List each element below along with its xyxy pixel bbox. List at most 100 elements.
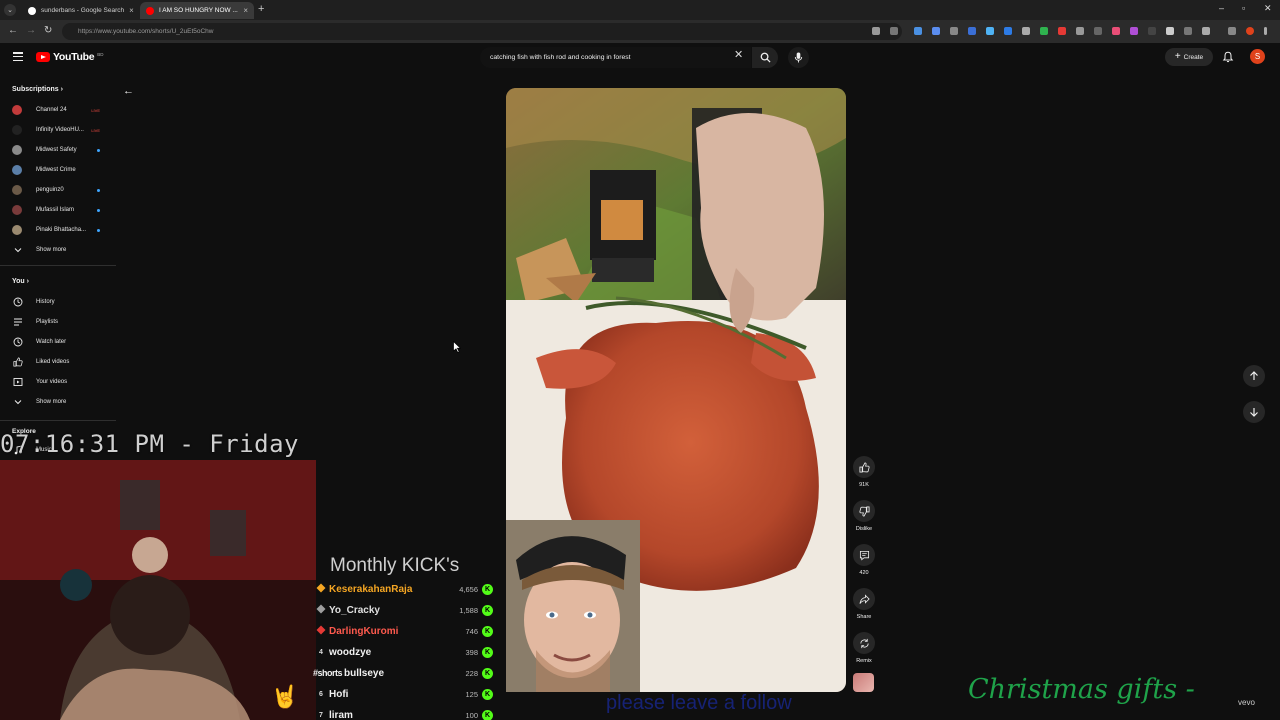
show-more-button[interactable]: Show more bbox=[12, 394, 112, 410]
dislike-action[interactable]: Dislike bbox=[852, 500, 876, 532]
channel-name: penguinz0 bbox=[36, 187, 64, 193]
extension-icon[interactable] bbox=[1184, 27, 1192, 35]
extension-icon[interactable] bbox=[914, 27, 922, 35]
remix-label: Remix bbox=[856, 658, 872, 664]
extension-icon[interactable] bbox=[1112, 27, 1120, 35]
sidebar-divider bbox=[0, 420, 116, 421]
like-count: 91K bbox=[859, 482, 869, 488]
sidebar-subscription-item[interactable]: Pinaki Bhattacha... bbox=[12, 222, 112, 238]
extension-icon[interactable] bbox=[1022, 27, 1030, 35]
channel-name: Channel 24 bbox=[36, 107, 67, 113]
reload-icon[interactable]: ↻ bbox=[44, 25, 52, 36]
search-button[interactable] bbox=[752, 47, 778, 68]
kick-logo-icon: K bbox=[482, 625, 493, 637]
share-icon[interactable] bbox=[853, 588, 875, 610]
extension-icon[interactable] bbox=[1094, 27, 1102, 35]
puzzle-extensions-icon[interactable] bbox=[1202, 27, 1210, 35]
browser-tab-active[interactable]: I AM SO HUNGRY NOW ... × bbox=[140, 2, 254, 19]
bookmark-star-icon[interactable] bbox=[890, 27, 898, 35]
close-window-icon[interactable]: ✕ bbox=[1264, 3, 1272, 14]
new-content-dot-icon bbox=[97, 188, 100, 192]
live-indicator-icon: LIVE bbox=[91, 107, 100, 113]
new-content-dot-icon bbox=[97, 208, 100, 212]
sidebar-subscription-item[interactable]: penguinz0 bbox=[12, 182, 112, 198]
youtube-logo[interactable]: YouTube BD bbox=[36, 51, 104, 63]
hamburger-menu-icon[interactable] bbox=[13, 52, 23, 61]
tab-search-icon[interactable]: ⌄ bbox=[4, 4, 16, 16]
leaderboard-row: DarlingKuromi 746 K bbox=[313, 622, 493, 640]
extension-icon[interactable] bbox=[986, 27, 994, 35]
sidebar-toggle-icon[interactable] bbox=[1228, 27, 1236, 35]
collapse-guide-back-icon[interactable]: ← bbox=[123, 85, 134, 97]
create-button[interactable]: + Create bbox=[1165, 48, 1213, 66]
clear-search-icon[interactable]: ✕ bbox=[734, 50, 743, 61]
menu-kebab-icon[interactable] bbox=[1264, 27, 1267, 35]
extension-icon[interactable] bbox=[1058, 27, 1066, 35]
you-heading[interactable]: You › bbox=[12, 278, 29, 285]
liked-icon bbox=[12, 357, 24, 367]
sidebar-subscription-item[interactable]: Mufassil Islam bbox=[12, 202, 112, 218]
close-tab-icon[interactable]: × bbox=[243, 6, 248, 15]
youtube-play-logo-icon bbox=[36, 52, 50, 62]
remix-icon[interactable] bbox=[853, 632, 875, 654]
extension-icon[interactable] bbox=[932, 27, 940, 35]
extension-icon[interactable] bbox=[968, 27, 976, 35]
comments-action[interactable]: 420 bbox=[852, 544, 876, 576]
sidebar-item-history[interactable]: History bbox=[12, 294, 112, 310]
leaderboard-row: #shorts bullseye 228 K bbox=[313, 664, 493, 682]
forward-icon[interactable]: → bbox=[26, 25, 36, 36]
kick-logo-icon: K bbox=[482, 604, 493, 616]
close-tab-icon[interactable]: × bbox=[129, 6, 134, 15]
rank-badge-icon bbox=[313, 583, 329, 595]
extension-icon[interactable] bbox=[1148, 27, 1156, 35]
install-app-icon[interactable] bbox=[872, 27, 880, 35]
show-more-button[interactable]: Show more bbox=[12, 242, 112, 258]
sidebar-subscription-item[interactable]: Midwest Safety bbox=[12, 142, 112, 158]
profile-icon[interactable] bbox=[1246, 27, 1254, 35]
maximize-icon[interactable]: ▫ bbox=[1242, 3, 1245, 13]
extension-icon[interactable] bbox=[950, 27, 958, 35]
extension-icon[interactable] bbox=[1040, 27, 1048, 35]
chevron-right-icon: › bbox=[58, 86, 63, 93]
like-action[interactable]: 91K bbox=[852, 456, 876, 488]
sidebar-subscription-item[interactable]: Channel 24 LIVE bbox=[12, 102, 112, 118]
previous-short-button[interactable] bbox=[1243, 365, 1265, 387]
leaderboard-row: 7 liram 100 K bbox=[313, 706, 493, 720]
supporter-name: KeserakahanRaja bbox=[329, 583, 413, 595]
browser-tab[interactable]: sunderbans - Google Search × bbox=[22, 2, 138, 19]
sidebar-item-watch-later[interactable]: Watch later bbox=[12, 334, 112, 350]
notifications-bell-icon[interactable] bbox=[1222, 51, 1234, 63]
sidebar-subscription-item[interactable]: Infinity VideoHU... LIVE bbox=[12, 122, 112, 138]
sidebar-subscription-item[interactable]: Midwest Crime bbox=[12, 162, 112, 178]
new-tab-button[interactable]: + bbox=[258, 3, 264, 15]
subscriptions-heading[interactable]: Subscriptions › bbox=[12, 86, 63, 93]
sidebar-item-playlists[interactable]: Playlists bbox=[12, 314, 112, 330]
voice-search-button[interactable] bbox=[788, 47, 809, 68]
thumbs-down-icon[interactable] bbox=[853, 500, 875, 522]
search-input[interactable]: catching fish with fish rod and cooking … bbox=[480, 47, 751, 68]
extension-icon[interactable] bbox=[1130, 27, 1138, 35]
extension-icon[interactable] bbox=[1076, 27, 1084, 35]
leaderboard-row: KeserakahanRaja 4,656 K bbox=[313, 580, 493, 598]
minimize-icon[interactable]: – bbox=[1219, 3, 1224, 13]
kick-amount: 228 bbox=[465, 668, 478, 678]
account-avatar[interactable]: S bbox=[1250, 49, 1265, 64]
back-icon[interactable]: ← bbox=[8, 25, 18, 36]
extension-icon[interactable] bbox=[1166, 27, 1174, 35]
extension-icon[interactable] bbox=[1004, 27, 1012, 35]
channel-name: Midwest Safety bbox=[36, 147, 77, 153]
rank-number: 4 bbox=[319, 648, 323, 656]
remix-action[interactable]: Remix bbox=[852, 632, 876, 664]
sound-thumbnail[interactable] bbox=[853, 673, 874, 692]
share-action[interactable]: Share bbox=[852, 588, 876, 620]
thumbs-up-icon[interactable] bbox=[853, 456, 875, 478]
sidebar-item-your-videos[interactable]: Your videos bbox=[12, 374, 112, 390]
next-short-button[interactable] bbox=[1243, 401, 1265, 423]
arrow-down-icon bbox=[1250, 408, 1258, 417]
browser-toolbar: ← → ↻ https://www.youtube.com/shorts/U_2… bbox=[0, 20, 1280, 43]
google-favicon-icon bbox=[28, 6, 36, 15]
sidebar-item-liked-videos[interactable]: Liked videos bbox=[12, 354, 112, 370]
comment-icon[interactable] bbox=[853, 544, 875, 566]
microphone-icon bbox=[794, 52, 803, 63]
address-bar[interactable]: https://www.youtube.com/shorts/U_2uEt5oC… bbox=[62, 23, 902, 40]
